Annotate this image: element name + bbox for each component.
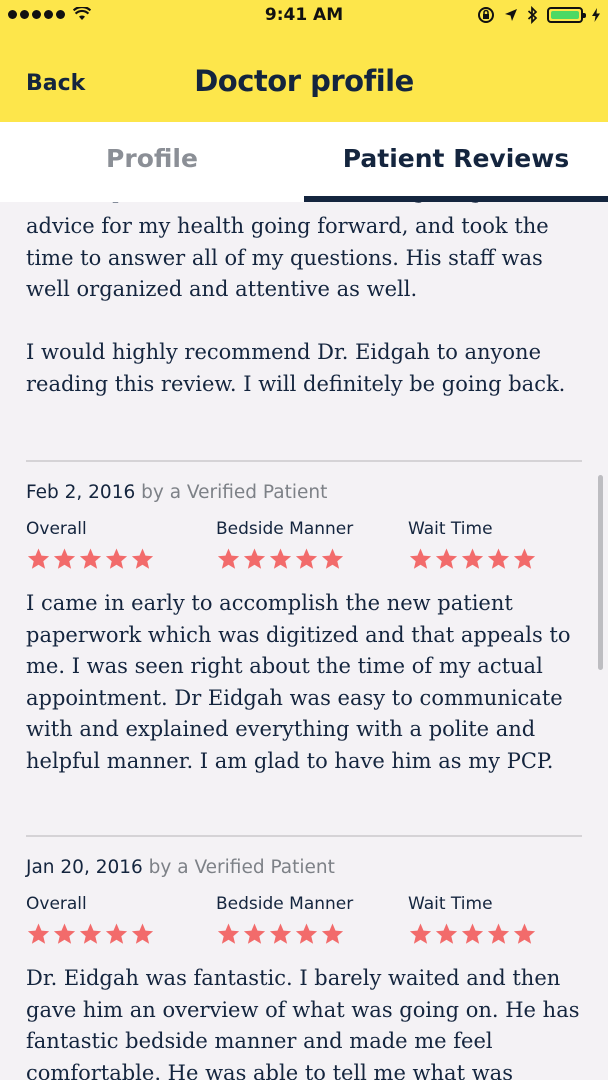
star-icon	[217, 923, 240, 944]
rating-label-overall: Overall	[26, 894, 87, 914]
star-icon	[409, 923, 432, 944]
status-bar: 9:41 AM	[0, 0, 608, 34]
star-icon	[53, 548, 76, 569]
star-icon	[131, 923, 154, 944]
review-date: Feb 2, 2016	[26, 482, 136, 503]
rating-label-overall: Overall	[26, 519, 87, 539]
rating-label-bedside: Bedside Manner	[216, 519, 354, 539]
star-icon	[53, 923, 76, 944]
star-icon	[435, 548, 458, 569]
review-header: Jan 20, 2016 by a Verified Patient	[26, 857, 335, 878]
star-icon	[461, 923, 484, 944]
status-right	[477, 6, 600, 24]
star-icon	[79, 923, 102, 944]
rating-stars-overall	[26, 922, 155, 946]
star-icon	[243, 923, 266, 944]
star-icon	[131, 548, 154, 569]
star-icon	[487, 548, 510, 569]
star-icon	[435, 923, 458, 944]
rating-stars-wait	[408, 547, 537, 571]
tab-bar: Profile Patient Reviews	[0, 122, 608, 202]
review-header: Feb 2, 2016 by a Verified Patient	[26, 482, 327, 503]
review-author: by a Verified Patient	[141, 482, 328, 503]
review-text: Dr. Eidgah was fantastic. I barely waite…	[26, 966, 580, 1080]
star-icon	[27, 548, 50, 569]
star-icon	[513, 923, 536, 944]
star-icon	[513, 548, 536, 569]
active-tab-indicator	[304, 196, 608, 202]
star-icon	[79, 548, 102, 569]
review-text: advice for my health going forward, and …	[26, 214, 549, 301]
star-icon	[269, 548, 292, 569]
orientation-lock-icon	[478, 7, 494, 23]
review-divider	[26, 460, 582, 462]
star-icon	[27, 923, 50, 944]
review-divider	[26, 835, 582, 837]
page-title: Doctor profile	[194, 64, 414, 98]
star-icon	[409, 548, 432, 569]
reviews-list[interactable]: his exceptional bedside manner. He gave …	[0, 185, 608, 1080]
rating-label-wait: Wait Time	[408, 519, 493, 539]
star-icon	[269, 923, 292, 944]
battery-icon	[547, 7, 586, 23]
star-icon	[461, 548, 484, 569]
scrollbar[interactable]	[598, 475, 603, 670]
star-icon	[321, 923, 344, 944]
star-icon	[243, 548, 266, 569]
bluetooth-icon	[527, 6, 538, 24]
star-icon	[217, 548, 240, 569]
review-date: Jan 20, 2016	[26, 857, 143, 878]
star-icon	[295, 548, 318, 569]
review-text: I would highly recommend Dr. Eidgah to a…	[26, 340, 566, 396]
rating-stars-overall	[26, 547, 155, 571]
star-icon	[321, 548, 344, 569]
review-text: I came in early to accomplish the new pa…	[26, 591, 571, 773]
star-icon	[105, 548, 128, 569]
review-author: by a Verified Patient	[148, 857, 335, 878]
rating-stars-wait	[408, 922, 537, 946]
rating-label-wait: Wait Time	[408, 894, 493, 914]
star-icon	[105, 923, 128, 944]
rating-stars-bedside	[216, 922, 345, 946]
location-icon	[505, 9, 517, 21]
nav-bar: Back Doctor profile	[0, 34, 608, 122]
star-icon	[487, 923, 510, 944]
rating-label-bedside: Bedside Manner	[216, 894, 354, 914]
tab-profile[interactable]: Profile	[0, 144, 304, 173]
charging-icon	[592, 8, 600, 22]
rating-stars-bedside	[216, 547, 345, 571]
star-icon	[295, 923, 318, 944]
tab-patient-reviews[interactable]: Patient Reviews	[304, 144, 608, 173]
